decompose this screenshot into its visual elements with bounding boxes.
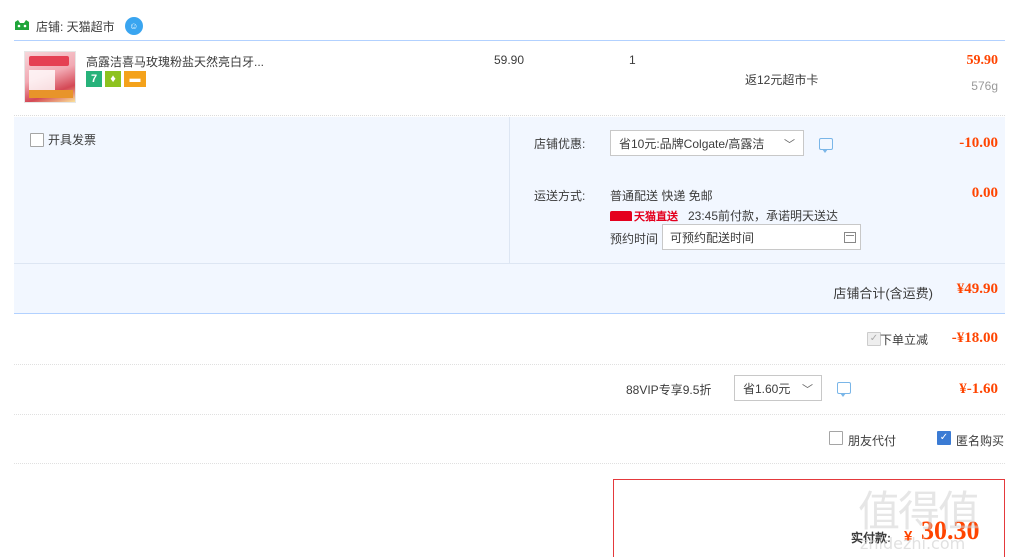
item-weight: 576g bbox=[971, 79, 998, 93]
friend-pay-label[interactable]: 朋友代付 bbox=[848, 432, 896, 449]
tmall-direct-text: 天猫直送 bbox=[634, 210, 678, 223]
vip-discount-select[interactable]: 省1.60元 ﹀ bbox=[734, 375, 822, 401]
tmall-direct-badge: 天猫直送 bbox=[610, 208, 678, 224]
message-icon[interactable] bbox=[837, 382, 851, 397]
anonymous-purchase-checkbox[interactable]: ✓ bbox=[937, 431, 951, 445]
payment-options-row: 朋友代付 ✓ 匿名购买 bbox=[14, 416, 1005, 464]
currency-symbol: ¥ bbox=[904, 528, 913, 545]
shop-subtotal-amount: ¥49.90 bbox=[956, 281, 998, 297]
anonymous-purchase-label[interactable]: 匿名购买 bbox=[956, 432, 1004, 449]
credit-card-icon[interactable]: ▬ bbox=[124, 71, 146, 87]
chevron-down-icon: ﹀ bbox=[802, 384, 813, 396]
shipping-amount: 0.00 bbox=[971, 185, 998, 201]
vip-discount-amount: ¥-1.60 bbox=[959, 381, 998, 397]
options-hline bbox=[14, 263, 1005, 264]
shop-header: 店铺: 天猫超市 ☺ bbox=[14, 14, 143, 38]
tmall-supermarket-logo-icon bbox=[15, 20, 29, 30]
unit-price: 59.90 bbox=[494, 53, 525, 67]
invoice-label: 开具发票 bbox=[48, 133, 97, 147]
product-thumbnail[interactable] bbox=[24, 51, 76, 103]
shipping-label: 运送方式: bbox=[534, 189, 586, 203]
calendar-icon[interactable] bbox=[844, 232, 856, 243]
payment-summary-box: 实付款: ¥ 30.30 bbox=[613, 479, 1005, 557]
vip-discount-row: 88VIP专享9.5折 省1.60元 ﹀ ¥-1.60 bbox=[14, 366, 1005, 415]
tmall-cat-icon bbox=[610, 210, 632, 221]
shop-subtotal-label: 店铺合计(含运费) bbox=[833, 286, 933, 301]
quantity: 1 bbox=[629, 53, 636, 67]
product-title-link[interactable]: 高露洁喜马玫瑰粉盐天然亮白牙... bbox=[86, 53, 264, 70]
schedule-value: 可预约配送时间 bbox=[670, 230, 755, 245]
chevron-down-icon: ﹀ bbox=[784, 139, 795, 151]
friend-pay-checkbox[interactable] bbox=[829, 431, 843, 445]
invoice-option[interactable]: 开具发票 bbox=[30, 131, 96, 148]
order-options-panel: 开具发票 店铺优惠: 省10元:品牌Colgate/高露洁 ﹀ -10.00 运… bbox=[14, 117, 1005, 314]
shop-coupon-select[interactable]: 省10元:品牌Colgate/高露洁 ﹀ bbox=[610, 130, 804, 156]
delivery-promise: 23:45前付款，承诺明天送达 bbox=[688, 209, 839, 223]
vip-discount-label: 88VIP专享9.5折 bbox=[626, 383, 712, 397]
shop-coupon-value: 省10元:品牌Colgate/高露洁 bbox=[619, 136, 765, 151]
shield-guarantee-icon[interactable]: ♦ bbox=[105, 71, 121, 87]
promo-text: 返12元超市卡 bbox=[745, 73, 819, 87]
invoice-checkbox[interactable] bbox=[30, 132, 44, 147]
service-icons: 7 ♦ ▬ bbox=[86, 71, 146, 87]
shop-coupon-amount: -10.00 bbox=[959, 135, 998, 151]
instant-discount-label: 下单立减 bbox=[879, 333, 928, 347]
message-icon[interactable] bbox=[819, 138, 833, 153]
actual-payment-label: 实付款: bbox=[851, 531, 891, 545]
instant-discount-row: ✓ 下单立减 -¥18.00 bbox=[14, 315, 1005, 365]
vip-select-value: 省1.60元 bbox=[743, 381, 791, 396]
instant-discount-checkbox: ✓ bbox=[867, 332, 881, 346]
shop-name-link[interactable]: 店铺: 天猫超市 bbox=[36, 18, 115, 35]
item-total-price: 59.90 bbox=[966, 53, 999, 68]
schedule-date-input[interactable]: 可预约配送时间 bbox=[662, 224, 861, 250]
tmall-direct-row: 天猫直送 23:45前付款，承诺明天送达 bbox=[610, 207, 838, 224]
instant-discount-amount: -¥18.00 bbox=[951, 330, 998, 346]
actual-payment-amount: 30.30 bbox=[921, 516, 980, 545]
shipping-method: 普通配送 快递 免邮 bbox=[610, 189, 713, 203]
options-divider bbox=[509, 117, 510, 263]
wangwang-chat-icon[interactable]: ☺ bbox=[124, 17, 143, 35]
schedule-label: 预约时间 bbox=[610, 232, 659, 246]
order-item-row: 高露洁喜马玫瑰粉盐天然亮白牙... 7 ♦ ▬ 59.90 1 返12元超市卡 … bbox=[14, 40, 1005, 116]
shop-coupon-label: 店铺优惠: bbox=[534, 137, 586, 151]
seven-day-return-icon[interactable]: 7 bbox=[86, 71, 102, 87]
